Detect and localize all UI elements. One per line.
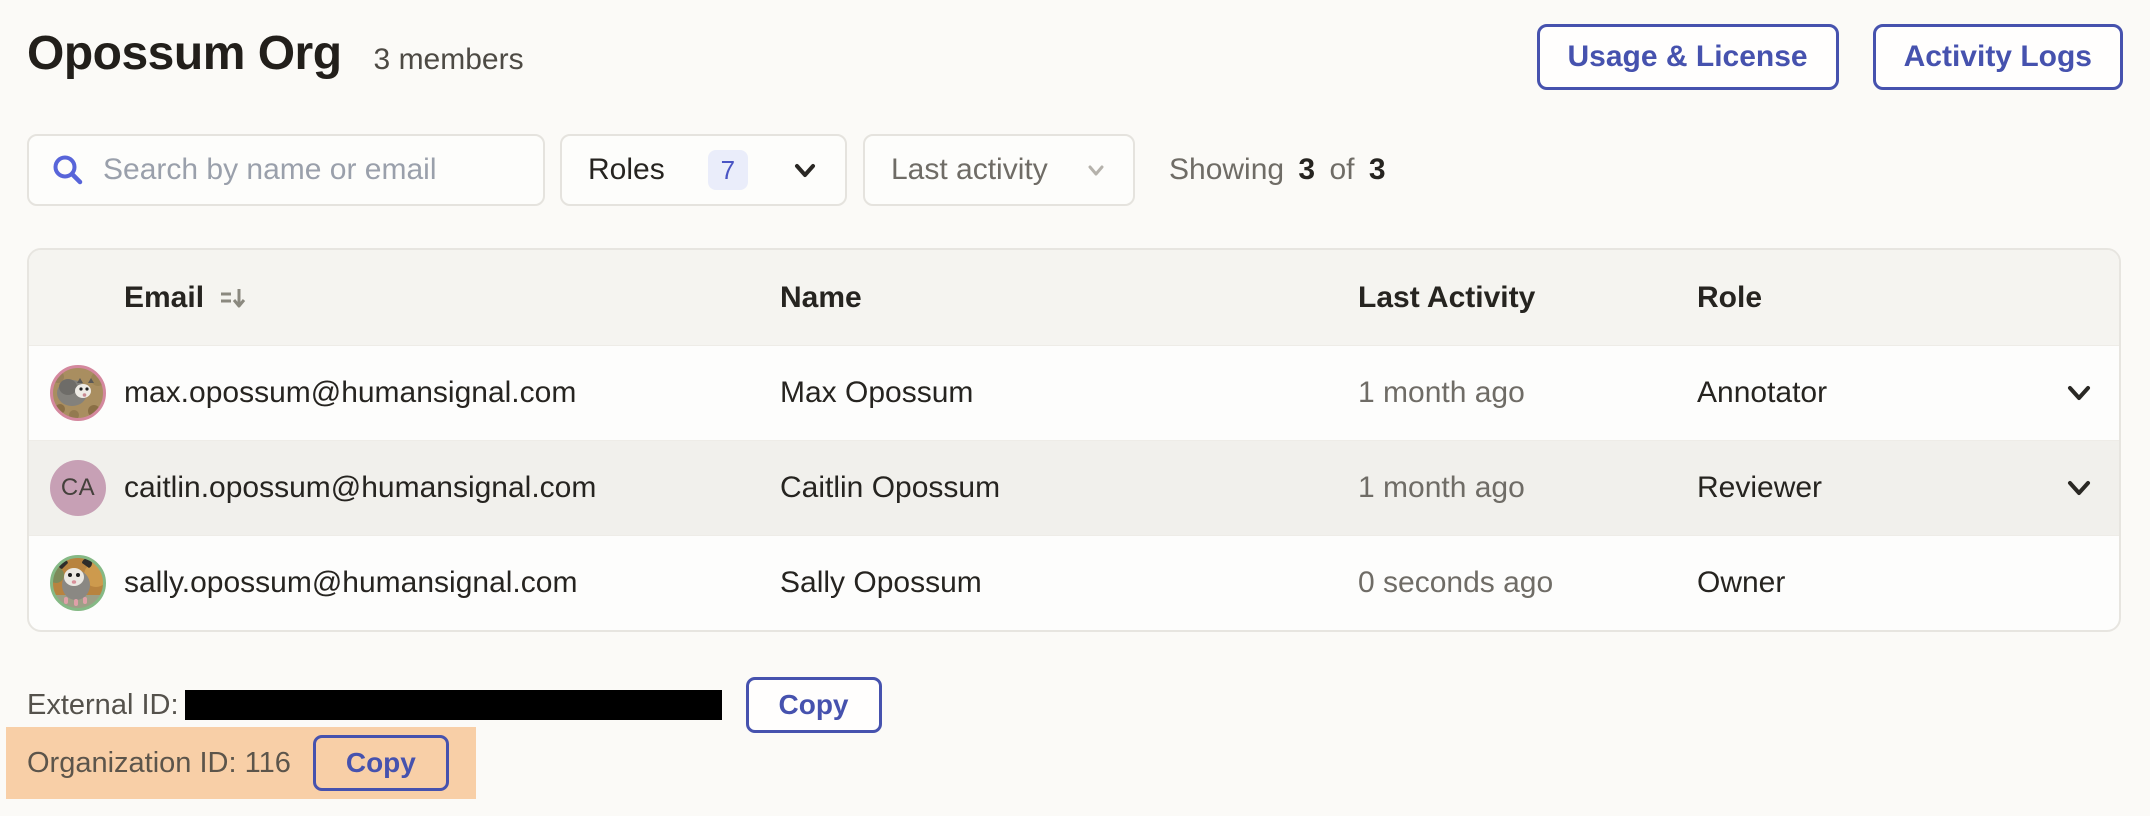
showing-count-text: Showing 3 of 3 bbox=[1169, 153, 1386, 187]
role-chevron-down-icon[interactable] bbox=[2063, 377, 2095, 409]
role-chevron-down-icon[interactable] bbox=[2063, 472, 2095, 504]
member-role: Owner bbox=[1697, 566, 2119, 600]
external-id-row: External ID: Copy bbox=[27, 677, 882, 733]
member-last-activity: 1 month ago bbox=[1358, 471, 1697, 505]
showing-count: 3 bbox=[1298, 153, 1315, 186]
roles-dropdown[interactable]: Roles 7 bbox=[560, 134, 847, 206]
organization-id-copy-button[interactable]: Copy bbox=[313, 735, 449, 791]
external-id-label: External ID: bbox=[27, 689, 179, 722]
external-id-redacted-value bbox=[185, 690, 722, 720]
member-name: Caitlin Opossum bbox=[780, 471, 1358, 505]
roles-count-badge: 7 bbox=[708, 150, 748, 190]
member-email: max.opossum@humansignal.com bbox=[124, 376, 576, 410]
column-header-name[interactable]: Name bbox=[780, 281, 1358, 315]
avatar bbox=[50, 555, 106, 611]
member-row-caitlin[interactable]: CA caitlin.opossum@humansignal.com Caitl… bbox=[29, 440, 2119, 535]
member-email: sally.opossum@humansignal.com bbox=[124, 566, 577, 600]
roles-dropdown-label: Roles bbox=[588, 153, 665, 187]
members-table: Email Name Last Activity Role bbox=[27, 248, 2121, 632]
search-icon bbox=[51, 153, 85, 187]
page-header: Opossum Org 3 members bbox=[27, 26, 524, 81]
header-actions: Usage & License Activity Logs bbox=[1537, 24, 2123, 90]
member-last-activity: 0 seconds ago bbox=[1358, 566, 1697, 600]
member-email: caitlin.opossum@humansignal.com bbox=[124, 471, 596, 505]
sort-descending-icon bbox=[218, 283, 248, 313]
showing-total: 3 bbox=[1369, 153, 1386, 186]
search-input[interactable] bbox=[103, 153, 521, 187]
external-id-copy-button[interactable]: Copy bbox=[746, 677, 882, 733]
last-activity-dropdown-label: Last activity bbox=[891, 153, 1048, 187]
member-row-max[interactable]: max.opossum@humansignal.com Max Opossum … bbox=[29, 345, 2119, 440]
members-count: 3 members bbox=[374, 43, 524, 77]
column-header-email[interactable]: Email bbox=[29, 281, 780, 315]
member-role: Annotator bbox=[1697, 376, 2119, 410]
avatar bbox=[50, 365, 106, 421]
avatar: CA bbox=[50, 460, 106, 516]
organization-id-label: Organization ID: 116 bbox=[27, 747, 291, 780]
chevron-down-icon bbox=[1085, 159, 1107, 181]
activity-logs-button[interactable]: Activity Logs bbox=[1873, 24, 2123, 90]
showing-prefix: Showing bbox=[1169, 153, 1284, 186]
member-role: Reviewer bbox=[1697, 471, 2119, 505]
chevron-down-icon bbox=[791, 156, 819, 184]
member-name: Max Opossum bbox=[780, 376, 1358, 410]
usage-license-button[interactable]: Usage & License bbox=[1537, 24, 1839, 90]
filter-row: Roles 7 Last activity Showing 3 of 3 bbox=[27, 134, 1386, 206]
column-header-last-activity[interactable]: Last Activity bbox=[1358, 281, 1697, 315]
member-name: Sally Opossum bbox=[780, 566, 1358, 600]
member-row-sally[interactable]: sally.opossum@humansignal.com Sally Opos… bbox=[29, 535, 2119, 630]
member-last-activity: 1 month ago bbox=[1358, 376, 1697, 410]
column-header-role[interactable]: Role bbox=[1697, 281, 2119, 315]
column-header-email-label: Email bbox=[124, 281, 204, 315]
page-title: Opossum Org bbox=[27, 26, 342, 81]
table-header-row: Email Name Last Activity Role bbox=[29, 250, 2119, 345]
search-box[interactable] bbox=[27, 134, 545, 206]
organization-id-row: Organization ID: 116 Copy bbox=[6, 727, 476, 799]
last-activity-dropdown[interactable]: Last activity bbox=[863, 134, 1135, 206]
showing-of: of bbox=[1329, 153, 1354, 186]
